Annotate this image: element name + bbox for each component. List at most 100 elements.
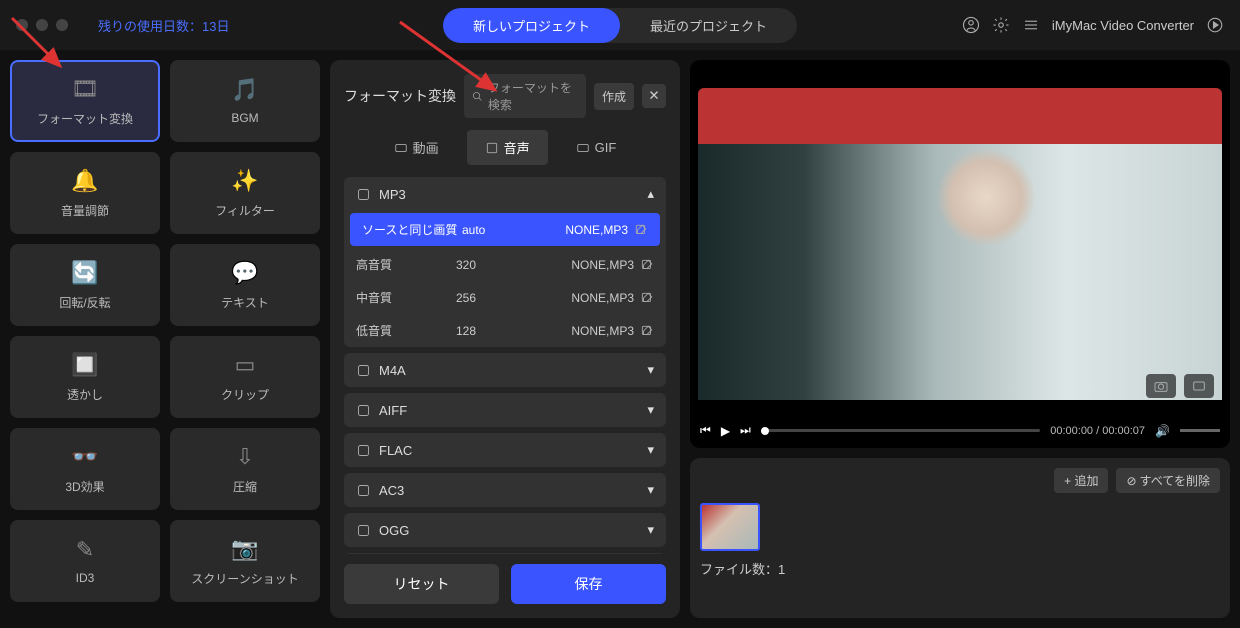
menu-icon[interactable] <box>1022 16 1040 34</box>
tool-フォーマット変換[interactable]: 🎞フォーマット変換 <box>10 60 160 142</box>
format-head-AC3[interactable]: AC3▾ <box>344 473 666 507</box>
tool-label: BGM <box>231 111 258 125</box>
bitrate: 256 <box>456 291 571 305</box>
edit-icon[interactable] <box>634 223 648 237</box>
audio-icon <box>485 141 499 155</box>
audio-format-icon <box>356 443 371 458</box>
chevron-icon: ▾ <box>647 442 654 458</box>
progress-bar[interactable] <box>761 429 1040 432</box>
tool-3D効果[interactable]: 👓3D効果 <box>10 428 160 510</box>
audio-format-icon <box>356 363 371 378</box>
tab-new-project[interactable]: 新しいプロジェクト <box>443 8 620 43</box>
chevron-icon: ▾ <box>647 362 654 378</box>
codec: NONE,MP3 <box>571 324 634 338</box>
tool-フィルター[interactable]: ✨フィルター <box>170 152 320 234</box>
save-button[interactable]: 保存 <box>511 564 666 604</box>
next-button[interactable]: ⏭ <box>740 423 751 438</box>
format-head-AIFF[interactable]: AIFF▾ <box>344 393 666 427</box>
format-search[interactable]: フォーマットを検索 <box>464 74 586 118</box>
format-name: M4A <box>379 363 406 378</box>
search-icon <box>472 90 483 103</box>
tool-ID3[interactable]: ✎ID3 <box>10 520 160 602</box>
tools-sidebar: 🎞フォーマット変換🎵BGM🔔音量調節✨フィルター🔄回転/反転💬テキスト🔲透かし▭… <box>10 60 320 618</box>
スクリーンショット-icon: 📷 <box>231 536 258 562</box>
camera-icon <box>1153 378 1169 394</box>
app-title: iMyMac Video Converter <box>1052 18 1194 33</box>
delete-all-button[interactable]: ⊘すべてを削除 <box>1116 468 1220 493</box>
tool-スクリーンショット[interactable]: 📷 スクリーンショット <box>170 520 320 602</box>
format-head-MP3[interactable]: MP3▴ <box>344 177 666 211</box>
tool-圧縮[interactable]: ⇩圧縮 <box>170 428 320 510</box>
format-group-OGG: OGG▾ <box>344 513 666 547</box>
format-name: AC3 <box>379 483 404 498</box>
format-group-M4A: M4A ▾ <box>344 353 666 387</box>
format-head-OGG[interactable]: OGG▾ <box>344 513 666 547</box>
create-button[interactable]: 作成 <box>594 83 634 110</box>
settings-icon[interactable] <box>992 16 1010 34</box>
tool-BGM[interactable]: 🎵 BGM <box>170 60 320 142</box>
quality-row[interactable]: 中音質256NONE,MP3 <box>344 281 666 314</box>
prev-button[interactable]: ⏮ <box>700 423 711 438</box>
tool-label: フィルター <box>215 202 275 219</box>
tool-label: 音量調節 <box>61 202 109 219</box>
volume-icon[interactable]: 🔊 <box>1155 424 1170 438</box>
quality-row[interactable]: 高音質320NONE,MP3 <box>344 248 666 281</box>
tab-recent-projects[interactable]: 最近のプロジェクト <box>620 8 797 43</box>
format-head-CAF[interactable]: CAF▾ <box>344 553 666 554</box>
tool-透かし[interactable]: 🔲透かし <box>10 336 160 418</box>
window-controls[interactable] <box>16 19 68 31</box>
tool-label: テキスト <box>221 294 269 311</box>
fullscreen-icon <box>1191 378 1207 394</box>
quality-name: ソースと同じ画質 <box>362 221 462 238</box>
format-group-AIFF: AIFF▾ <box>344 393 666 427</box>
audio-format-icon <box>356 483 371 498</box>
透かし-icon: 🔲 <box>71 352 98 378</box>
video-icon <box>394 141 408 155</box>
quality-row[interactable]: ソースと同じ画質autoNONE,MP3 <box>350 213 660 246</box>
audio-format-icon <box>356 403 371 418</box>
add-file-button[interactable]: + 追加 <box>1054 468 1108 493</box>
ID3-icon: ✎ <box>76 537 94 563</box>
fullscreen-button[interactable] <box>1184 374 1214 398</box>
tool-回転/反転[interactable]: 🔄 回転/反転 <box>10 244 160 326</box>
tool-テキスト[interactable]: 💬テキスト <box>170 244 320 326</box>
volume-slider[interactable] <box>1180 429 1220 432</box>
reset-button[interactable]: リセット <box>344 564 499 604</box>
BGM-icon: 🎵 <box>231 77 258 103</box>
tool-音量調節[interactable]: 🔔音量調節 <box>10 152 160 234</box>
quality-name: 中音質 <box>356 289 456 306</box>
tool-クリップ[interactable]: ▭クリップ <box>170 336 320 418</box>
format-head-M4A[interactable]: M4A ▾ <box>344 353 666 387</box>
subtab-audio[interactable]: 音声 <box>467 130 548 165</box>
player-controls: ⏮ ▶ ⏭ 00:00:00 / 00:00:07 🔊 <box>700 423 1220 438</box>
play-button[interactable]: ▶ <box>721 424 730 438</box>
format-group-AC3: AC3▾ <box>344 473 666 507</box>
titlebar: 残りの使用日数：13日 新しいプロジェクト 最近のプロジェクト iMyMac V… <box>0 0 1240 50</box>
project-tabs: 新しいプロジェクト 最近のプロジェクト <box>443 8 797 43</box>
subtab-gif[interactable]: GIF <box>558 130 635 165</box>
time-display: 00:00:00 / 00:00:07 <box>1050 425 1145 437</box>
edit-icon[interactable] <box>640 291 654 305</box>
tool-label: 回転/反転 <box>59 294 110 311</box>
format-name: OGG <box>379 523 409 538</box>
tool-label: 3D効果 <box>65 478 104 495</box>
クリップ-icon: ▭ <box>235 352 256 378</box>
tool-label: スクリーンショット <box>191 570 298 587</box>
user-icon[interactable] <box>962 16 980 34</box>
回転/反転-icon: 🔄 <box>71 260 98 286</box>
snapshot-button[interactable] <box>1146 374 1176 398</box>
audio-format-icon <box>356 187 371 202</box>
format-group-FLAC: FLAC▾ <box>344 433 666 467</box>
edit-icon[interactable] <box>640 324 654 338</box>
gif-icon <box>576 141 590 155</box>
format-group-CAF: CAF▾ <box>344 553 666 554</box>
format-head-FLAC[interactable]: FLAC▾ <box>344 433 666 467</box>
quality-row[interactable]: 低音質128NONE,MP3 <box>344 314 666 347</box>
フォーマット変換-icon: 🎞 <box>71 76 99 102</box>
file-thumbnail[interactable] <box>700 503 760 551</box>
codec: NONE,MP3 <box>571 258 634 272</box>
edit-icon[interactable] <box>640 258 654 272</box>
format-name: AIFF <box>379 403 407 418</box>
close-panel-button[interactable]: ✕ <box>642 84 666 108</box>
subtab-video[interactable]: 動画 <box>376 130 457 165</box>
